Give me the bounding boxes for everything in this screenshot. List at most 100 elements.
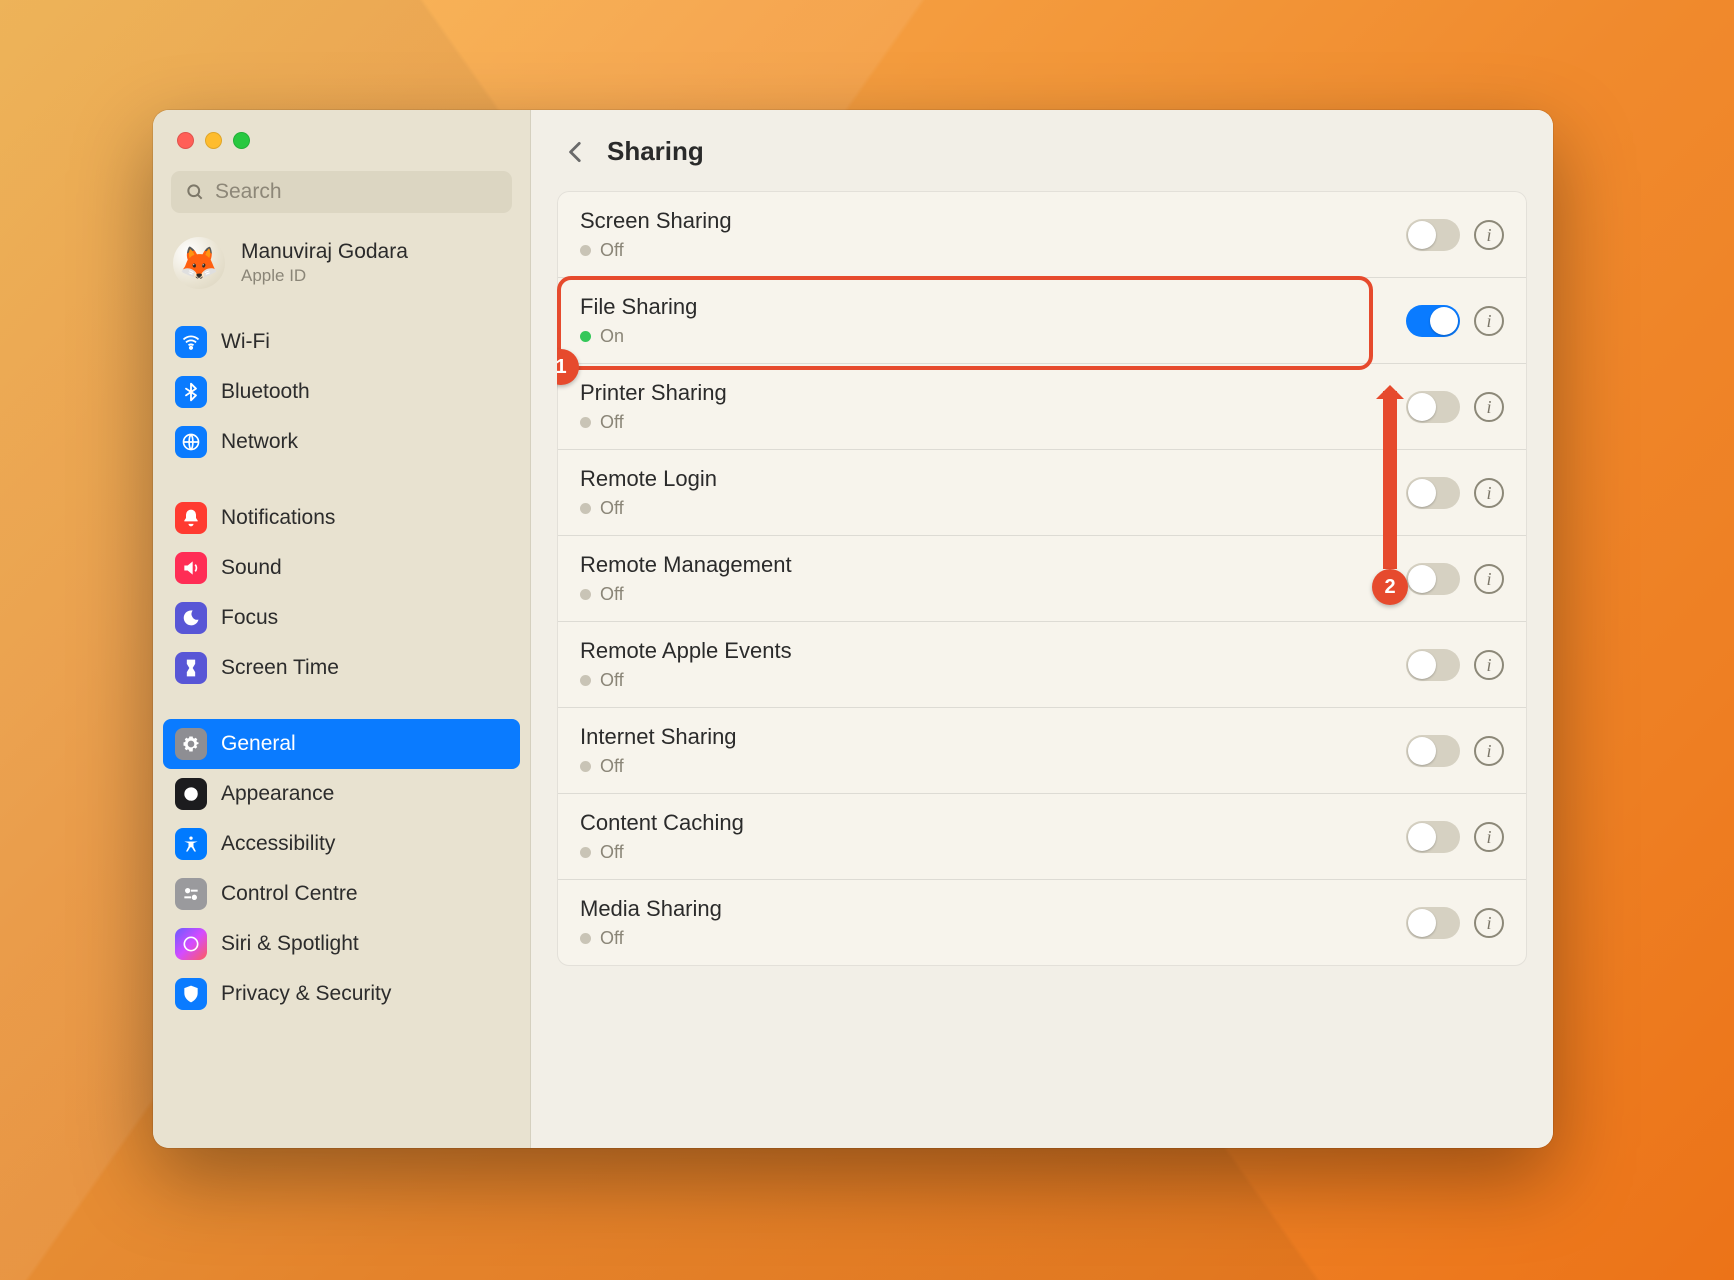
info-button-media[interactable]: i [1474, 908, 1504, 938]
sharing-row-screen: Screen Sharing Off i [558, 192, 1526, 277]
status-text: Off [600, 928, 624, 949]
wifi-icon [175, 326, 207, 358]
sidebar-group: Wi-Fi Bluetooth Ne [163, 309, 520, 467]
sharing-row-title: Remote Apple Events [580, 638, 1406, 664]
sidebar-item-notifications[interactable]: Notifications [163, 493, 520, 543]
avatar-emoji: 🦊 [179, 244, 219, 282]
siri-icon [175, 928, 207, 960]
sharing-row-internet: Internet Sharing Off i [558, 707, 1526, 793]
toggle-printer[interactable] [1406, 391, 1460, 423]
sidebar-item-label: Appearance [221, 782, 334, 806]
sidebar-item-label: Network [221, 430, 298, 454]
sharing-panel: Screen SharingOffiFile SharingOniPrinter… [557, 191, 1527, 1148]
sidebar-item-wifi[interactable]: Wi-Fi [163, 317, 520, 367]
sidebar-item-general[interactable]: General [163, 719, 520, 769]
info-button-rmanage[interactable]: i [1474, 564, 1504, 594]
toggle-screen[interactable] [1406, 219, 1460, 251]
sidebar-item-label: Focus [221, 606, 278, 630]
sharing-row-status: Off [580, 584, 1406, 605]
sidebar-item-label: Siri & Spotlight [221, 932, 359, 956]
main-panel: Sharing Screen SharingOffiFile SharingOn… [531, 110, 1553, 1148]
sharing-row-media: Media Sharing Off i [558, 879, 1526, 965]
status-text: Off [600, 240, 624, 261]
toggle-cache[interactable] [1406, 821, 1460, 853]
sharing-row-status: Off [580, 928, 1406, 949]
gear-icon [175, 728, 207, 760]
toggle-internet[interactable] [1406, 735, 1460, 767]
status-dot-icon [580, 761, 591, 772]
toggle-media[interactable] [1406, 907, 1460, 939]
sharing-row-status: Off [580, 412, 1406, 433]
status-text: Off [600, 842, 624, 863]
settings-window: 🦊 Manuviraj Godara Apple ID Wi-Fi [153, 110, 1553, 1148]
accessibility-icon [175, 828, 207, 860]
status-dot-icon [580, 933, 591, 944]
sidebar-item-accessibility[interactable]: Accessibility [163, 819, 520, 869]
status-dot-icon [580, 417, 591, 428]
sharing-row-title: Screen Sharing [580, 208, 1406, 234]
sidebar-item-controlcentre[interactable]: Control Centre [163, 869, 520, 919]
sidebar-item-label: Control Centre [221, 882, 358, 906]
sharing-list: Screen SharingOffiFile SharingOniPrinter… [557, 191, 1527, 966]
sidebar-group: Notifications Sound Focus [163, 485, 520, 693]
toggle-revents[interactable] [1406, 649, 1460, 681]
sidebar-group: General Appearance Accessibility [163, 711, 520, 1019]
sharing-row-status: On [580, 326, 1406, 347]
sharing-row-title: Media Sharing [580, 896, 1406, 922]
status-text: Off [600, 412, 624, 433]
sharing-row-status: Off [580, 240, 1406, 261]
sidebar-item-appearance[interactable]: Appearance [163, 769, 520, 819]
info-button-cache[interactable]: i [1474, 822, 1504, 852]
account-subtitle: Apple ID [241, 266, 408, 286]
sharing-row-title: Printer Sharing [580, 380, 1406, 406]
apple-id-account[interactable]: 🦊 Manuviraj Godara Apple ID [153, 229, 530, 309]
sharing-row-title: Remote Management [580, 552, 1406, 578]
info-button-file[interactable]: i [1474, 306, 1504, 336]
fullscreen-window-button[interactable] [233, 132, 250, 149]
sharing-row-revents: Remote Apple Events Off i [558, 621, 1526, 707]
privacy-icon [175, 978, 207, 1010]
back-button[interactable] [563, 139, 589, 165]
sidebar-item-focus[interactable]: Focus [163, 593, 520, 643]
info-button-printer[interactable]: i [1474, 392, 1504, 422]
sidebar-item-label: Bluetooth [221, 380, 310, 404]
focus-icon [175, 602, 207, 634]
sidebar-item-screentime[interactable]: Screen Time [163, 643, 520, 693]
sharing-row-file: File SharingOni [558, 277, 1526, 363]
sidebar-item-label: General [221, 732, 296, 756]
sharing-row-rmanage: Remote Management Off i [558, 535, 1526, 621]
status-text: Off [600, 670, 624, 691]
close-window-button[interactable] [177, 132, 194, 149]
sidebar-item-siri[interactable]: Siri & Spotlight [163, 919, 520, 969]
toggle-rlogin[interactable] [1406, 477, 1460, 509]
sound-icon [175, 552, 207, 584]
toggle-file[interactable] [1406, 305, 1460, 337]
sharing-row-title: Remote Login [580, 466, 1406, 492]
info-button-internet[interactable]: i [1474, 736, 1504, 766]
sidebar-nav: Wi-Fi Bluetooth Ne [153, 309, 530, 1019]
minimize-window-button[interactable] [205, 132, 222, 149]
toggle-rmanage[interactable] [1406, 563, 1460, 595]
info-button-rlogin[interactable]: i [1474, 478, 1504, 508]
info-button-screen[interactable]: i [1474, 220, 1504, 250]
sharing-row-title: Internet Sharing [580, 724, 1406, 750]
sidebar-item-privacy[interactable]: Privacy & Security [163, 969, 520, 1019]
status-dot-icon [580, 245, 591, 256]
search-input[interactable] [171, 171, 512, 213]
sidebar-item-label: Privacy & Security [221, 982, 391, 1006]
sidebar-item-bluetooth[interactable]: Bluetooth [163, 367, 520, 417]
sharing-row-status: Off [580, 498, 1406, 519]
screentime-icon [175, 652, 207, 684]
account-name: Manuviraj Godara [241, 240, 408, 264]
info-button-revents[interactable]: i [1474, 650, 1504, 680]
controlcentre-icon [175, 878, 207, 910]
sidebar-item-label: Accessibility [221, 832, 335, 856]
status-dot-icon [580, 847, 591, 858]
sharing-row-cache: Content CachingOffi [558, 793, 1526, 879]
avatar: 🦊 [173, 237, 225, 289]
sidebar-item-label: Sound [221, 556, 282, 580]
sidebar-item-network[interactable]: Network [163, 417, 520, 467]
status-text: Off [600, 756, 624, 777]
notifications-icon [175, 502, 207, 534]
sidebar-item-sound[interactable]: Sound [163, 543, 520, 593]
